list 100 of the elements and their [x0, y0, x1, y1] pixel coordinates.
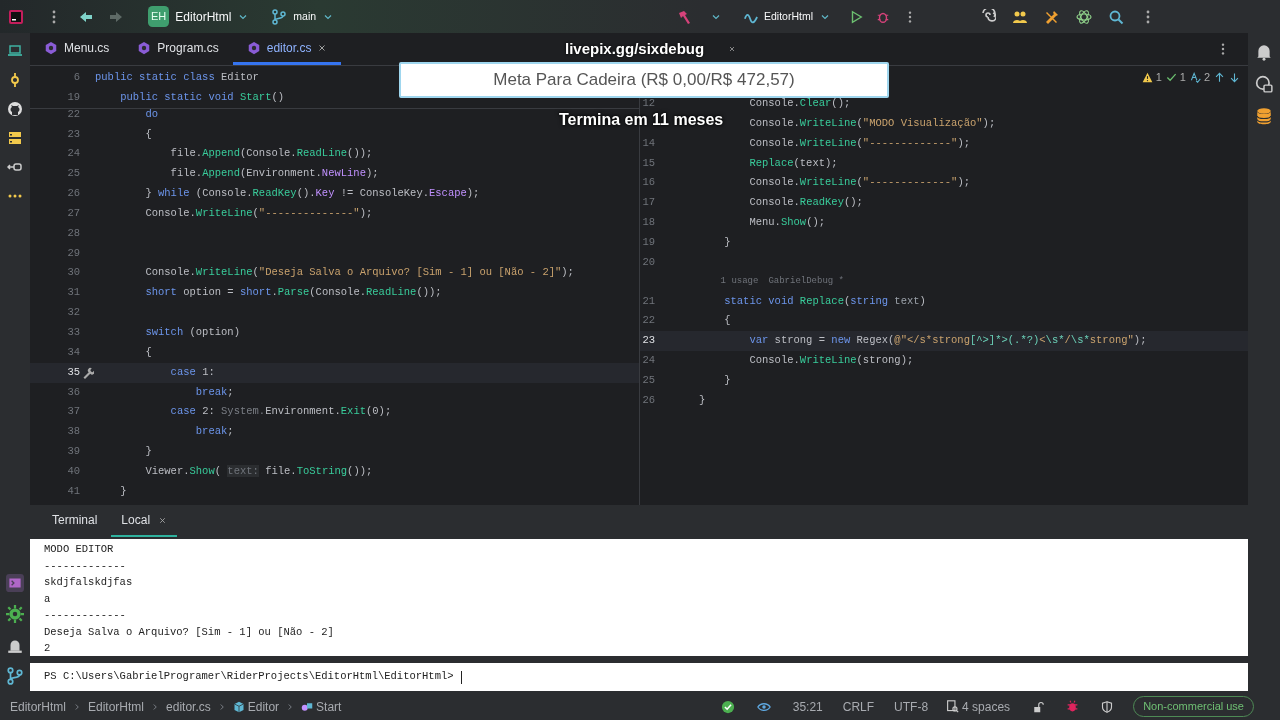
- line-number: 36: [67, 385, 80, 398]
- code-line: static void Replace(string text): [724, 294, 926, 307]
- code-line: Console.WriteLine("--------------");: [145, 206, 373, 219]
- line-number: 19: [642, 235, 655, 248]
- inspection-indicator[interactable]: 1: [1141, 68, 1162, 86]
- bug-icon[interactable]: [1066, 700, 1080, 713]
- line-number: 34: [67, 345, 80, 358]
- breadcrumb-item[interactable]: EditorHtml: [88, 697, 145, 716]
- line-number: 15: [642, 156, 655, 169]
- shield-icon[interactable]: [1101, 700, 1114, 713]
- code-line: {: [724, 314, 731, 327]
- inspection-indicator[interactable]: 1: [1165, 68, 1186, 86]
- branch-icon[interactable]: [6, 667, 24, 685]
- close-icon[interactable]: [317, 42, 328, 53]
- breadcrumb-item[interactable]: editor.cs: [166, 697, 211, 716]
- run-configuration[interactable]: EditorHtml: [744, 8, 831, 25]
- wrench-icon[interactable]: [81, 366, 94, 379]
- line-number: 22: [67, 107, 80, 120]
- code-line: }: [699, 393, 706, 406]
- up-arrow-icon[interactable]: [1214, 71, 1225, 83]
- bell-icon[interactable]: [1255, 43, 1273, 61]
- line-ending[interactable]: CRLF: [842, 697, 875, 716]
- down-arrow-icon[interactable]: [1229, 71, 1240, 83]
- spelling-icon: [1189, 71, 1201, 83]
- donation-goal: Meta Para Cadeira (R$ 0,00/R$ 472,57): [399, 62, 889, 98]
- branch-selector[interactable]: main: [271, 8, 335, 25]
- line-number: 23: [67, 127, 80, 140]
- editor-tab[interactable]: editor.cs: [232, 33, 342, 65]
- code-line: public static class Editor: [95, 71, 259, 84]
- editor-tab[interactable]: Program.cs: [123, 33, 233, 65]
- code-line: Menu.Show();: [749, 216, 826, 229]
- indent-setting[interactable]: 4 spaces: [946, 697, 1011, 716]
- terminal-tab[interactable]: Local: [111, 505, 178, 537]
- line-number: 26: [642, 393, 655, 406]
- line-number: 19: [67, 90, 80, 103]
- line-number: 21: [642, 294, 655, 307]
- project-selector[interactable]: EH EditorHtml: [148, 6, 250, 27]
- breadcrumb-item[interactable]: EditorHtml: [10, 697, 66, 716]
- terminal-output: MODO EDITOR ------------- skdjfalskdjfas a ------------- Deseja Salva o Arquivo? [Sim - 1] ou [Não - 2] 2: [30, 539, 1248, 656]
- line-number: 25: [642, 374, 655, 386]
- gear-icon[interactable]: [6, 605, 24, 623]
- code-line: switch (option): [145, 326, 240, 338]
- database-icon[interactable]: [1255, 107, 1273, 125]
- line-number: 40: [67, 464, 80, 477]
- code-line: Console.Clear();: [749, 97, 851, 110]
- line-number: 24: [67, 147, 80, 160]
- method-icon: [301, 700, 314, 713]
- line-number: 12: [642, 97, 655, 110]
- line-number: 6: [73, 71, 80, 84]
- code-line: file.Append(Console.ReadLine());: [170, 147, 373, 160]
- play-icon[interactable]: [849, 9, 863, 24]
- code-line: }: [120, 484, 127, 497]
- author-hint: GabrielDebug *: [768, 275, 845, 289]
- code-line: public static void Start(): [120, 90, 285, 103]
- code-line: Console.WriteLine("MODO Visualização");: [749, 116, 996, 129]
- text-cursor: [460, 670, 462, 684]
- chat-icon[interactable]: [1255, 75, 1273, 93]
- usage-hint[interactable]: 1 usage: [720, 275, 759, 289]
- code-line: Viewer.Show( text: file.ToString());: [145, 464, 373, 477]
- search-icon[interactable]: [1108, 8, 1124, 25]
- inspection-indicator[interactable]: 2: [1189, 68, 1210, 86]
- document-search-icon: [946, 700, 960, 713]
- breadcrumb-item[interactable]: Start: [301, 697, 342, 716]
- ok-icon[interactable]: [720, 699, 735, 714]
- terminal-icon[interactable]: [6, 574, 24, 592]
- line-number: 38: [67, 425, 80, 438]
- tools-icon[interactable]: [1044, 8, 1060, 25]
- app-logo-icon[interactable]: [8, 8, 24, 25]
- line-number: 20: [642, 255, 655, 268]
- cube-icon: [232, 700, 245, 713]
- close-icon[interactable]: [158, 515, 168, 525]
- line-number: 33: [67, 326, 80, 338]
- file-encoding[interactable]: UTF-8: [894, 697, 929, 716]
- panel-title: Terminal: [51, 512, 99, 529]
- laptop-icon[interactable]: [7, 43, 23, 59]
- code-line: Console.WriteLine("-------------");: [749, 136, 970, 149]
- code-line: break;: [195, 385, 234, 398]
- editor-tab[interactable]: Menu.cs: [30, 33, 124, 65]
- line-number: 41: [67, 484, 80, 497]
- line-number: 35: [67, 365, 80, 378]
- file-icon: [246, 40, 261, 55]
- line-number: 14: [642, 136, 655, 149]
- branch-icon: [271, 8, 288, 25]
- structure-icon[interactable]: [7, 130, 23, 146]
- hammer-icon[interactable]: [676, 8, 692, 25]
- line-number: 18: [642, 216, 655, 229]
- line-number: 25: [67, 167, 80, 180]
- lock-icon[interactable]: [1032, 700, 1045, 713]
- code-line: break;: [195, 425, 234, 438]
- line-number: 17: [642, 196, 655, 209]
- breadcrumb-item[interactable]: Editor: [232, 697, 280, 716]
- code-line: Console.WriteLine(strong);: [749, 354, 914, 367]
- atom-icon[interactable]: [1076, 8, 1092, 25]
- caret-position[interactable]: 35:21: [792, 697, 823, 716]
- terminal-prompt: PS C:\Users\GabrielProgramer\RiderProjects\EditorHtml\EditorHtml>: [44, 669, 454, 685]
- github-icon[interactable]: [7, 101, 23, 117]
- line-number: 28: [67, 226, 80, 239]
- close-icon[interactable]: [728, 45, 736, 53]
- spiral-icon[interactable]: [980, 8, 996, 25]
- line-number: 32: [67, 306, 80, 319]
